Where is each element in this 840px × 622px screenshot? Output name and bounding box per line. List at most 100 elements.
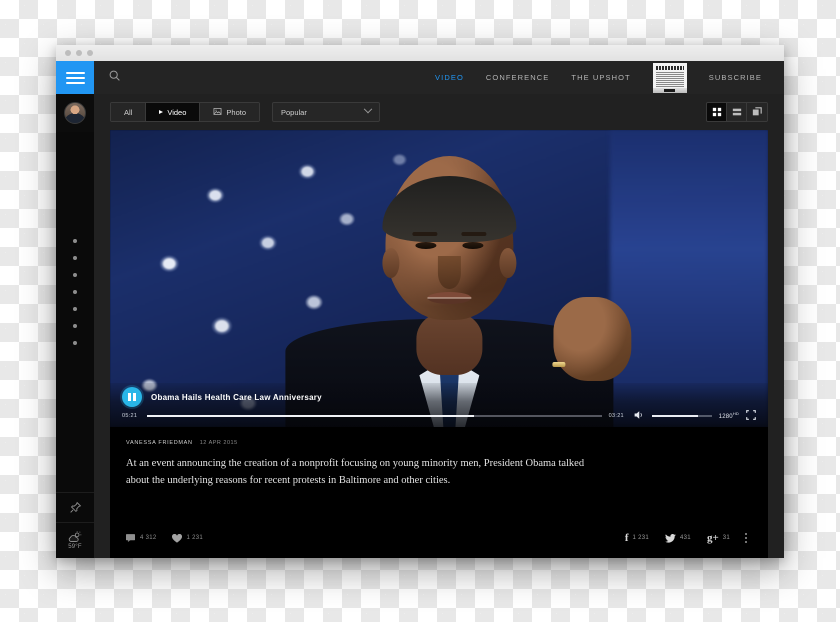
hair-shape [382,176,517,242]
weather-temperature: 59°F [68,544,82,550]
social-share-group: f 1 231 431 g+ 31 [619,531,752,545]
eye-left [415,242,437,249]
window-titlebar [56,45,784,61]
googleplus-count: 31 [722,535,730,541]
sidebar-dot[interactable] [73,341,77,345]
player-controls: Obama Hails Health Care Law Anniversary … [110,383,768,427]
video-title: Obama Hails Health Care Law Anniversary [151,392,322,402]
hand-shape [553,297,632,381]
player-bottom-row: 05:21 03:21 1280HD [122,408,756,424]
sort-dropdown[interactable]: Popular [272,102,380,122]
eyebrow-right [461,232,487,236]
nav-link-video[interactable]: VIDEO [435,73,464,82]
comments-count: 4 312 [140,535,157,541]
nav-link-conference[interactable]: CONFERENCE [486,73,550,82]
top-navigation-bar: VIDEO CONFERENCE THE UPSHOT SUBSCRIBE [94,61,784,94]
ear-left [382,248,400,278]
play-icon [159,110,164,114]
nav-links: VIDEO CONFERENCE THE UPSHOT SUBSCRIBE [435,61,784,94]
progress-bar[interactable] [147,414,602,417]
newspaper-thumbnail-icon[interactable] [652,62,687,93]
grid-view-icon[interactable] [707,103,727,121]
filter-all-label: All [124,107,133,117]
list-view-icon[interactable] [727,103,747,121]
view-mode-group [706,102,768,122]
pin-icon[interactable] [56,492,94,522]
volume-icon[interactable] [634,407,645,425]
article-description: At an event announcing the creation of a… [126,458,585,486]
sidebar-dot[interactable] [73,307,77,311]
hamburger-icon[interactable] [56,61,94,94]
sidebar-dot[interactable] [73,273,77,277]
nav-link-subscribe[interactable]: SUBSCRIBE [709,73,762,82]
video-player[interactable]: Obama Hails Health Care Law Anniversary … [110,130,768,427]
volume-slider[interactable] [651,414,712,417]
avatar[interactable] [56,94,94,132]
likes-stat[interactable]: 1 231 [171,533,204,543]
sidebar-dot[interactable] [73,256,77,260]
likes-count: 1 231 [186,535,204,541]
filter-video-button[interactable]: Video [146,103,201,121]
newspaper-masthead [655,65,684,70]
head-shape [382,156,517,320]
sort-dropdown-value: Popular [281,107,307,117]
comment-icon [126,534,135,542]
ear-right [499,248,517,278]
eyebrow-left [412,232,438,236]
image-icon [213,107,222,118]
article-date: 12 APR 2015 [199,440,238,446]
eye-right [462,242,484,249]
window-close-dot[interactable] [65,50,71,56]
googleplus-icon: g+ [706,531,719,544]
window-maximize-dot[interactable] [87,50,93,56]
nose-shape [437,256,461,289]
ring-shape [552,362,566,367]
filter-segmented-control: All Video Photo [110,102,260,122]
filter-photo-label: Photo [226,107,246,117]
fullscreen-icon[interactable] [746,407,756,425]
card-view-icon[interactable] [747,103,767,121]
remaining-time: 03:21 [608,412,624,419]
window-minimize-dot[interactable] [76,50,82,56]
newspaper-block [663,88,675,92]
facebook-icon: f [624,531,629,544]
avatar-image [64,102,86,124]
article-author[interactable]: VANESSA FRIEDMAN [126,440,193,446]
mouth-shape [427,292,472,304]
quality-selector[interactable]: 1280HD [719,411,739,420]
sidebar-dot[interactable] [73,324,77,328]
current-time: 05:21 [122,412,138,419]
sidebar-dot[interactable] [73,290,77,294]
quality-value: 1280 [718,414,733,420]
filter-photo-button[interactable]: Photo [200,103,259,121]
share-facebook-button[interactable]: f 1 231 [619,531,655,544]
sidebar-dot[interactable] [73,239,77,243]
browser-window: 59°F VIDEO CONFERENCE THE UPSHOT SUBSCRI… [56,45,784,558]
neck-shape [416,313,483,375]
share-googleplus-button[interactable]: g+ 31 [701,531,736,544]
main-panel: VIDEO CONFERENCE THE UPSHOT SUBSCRIBE Al… [94,61,784,558]
player-top-row: Obama Hails Health Care Law Anniversary [122,387,756,408]
twitter-count: 431 [680,535,691,541]
filter-all-button[interactable]: All [111,103,147,121]
chevron-down-icon [363,104,373,114]
facebook-count: 1 231 [632,535,650,541]
quality-hd-badge: HD [732,411,739,416]
weather-widget[interactable]: 59°F [56,522,94,558]
comments-stat[interactable]: 4 312 [126,534,157,542]
pause-icon[interactable] [122,387,142,407]
nav-link-the-upshot[interactable]: THE UPSHOT [571,73,630,82]
article-info: VANESSA FRIEDMAN 12 APR 2015 At an event… [110,427,768,558]
content-toolbar: All Video Photo Popular [94,94,784,130]
more-vertical-icon[interactable] [740,531,752,545]
search-icon[interactable] [108,69,121,87]
left-sidebar: 59°F [56,61,94,558]
filter-video-label: Video [167,107,187,117]
twitter-icon [665,533,676,543]
heart-icon [171,533,182,543]
stats-row: 4 312 1 231 f 1 231 431 g+ 31 [126,531,752,558]
video-card: Obama Hails Health Care Law Anniversary … [110,130,768,558]
newspaper-text-lines [655,71,684,87]
share-twitter-button[interactable]: 431 [659,533,697,543]
sidebar-dot-nav [56,132,94,492]
